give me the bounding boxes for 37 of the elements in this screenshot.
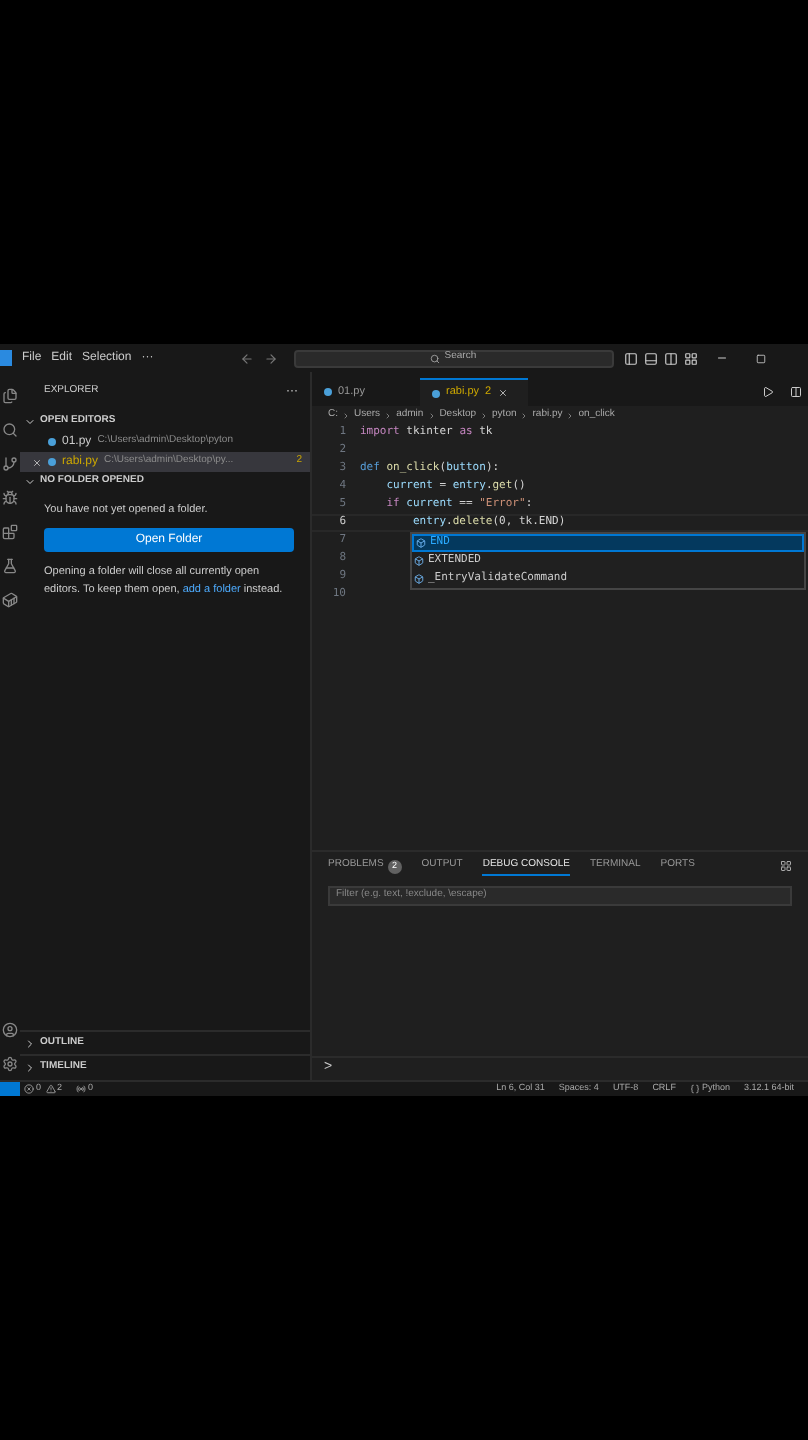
- layout-icon[interactable]: [623, 351, 638, 365]
- back-icon[interactable]: [239, 351, 254, 365]
- activity-icon[interactable]: [2, 388, 18, 404]
- minimize-icon[interactable]: [715, 352, 728, 364]
- account-icon[interactable]: [2, 1022, 18, 1038]
- braces-icon[interactable]: [689, 1084, 700, 1094]
- ports-icon[interactable]: [76, 1084, 87, 1094]
- chevron-icon[interactable]: [24, 416, 36, 428]
- activity-icon[interactable]: [2, 490, 18, 506]
- maximize-icon[interactable]: [755, 353, 766, 363]
- chevron-icon[interactable]: [24, 476, 36, 488]
- activity-icon[interactable]: [2, 456, 18, 472]
- activity-icon[interactable]: [2, 592, 18, 608]
- app-logo: [0, 350, 12, 366]
- chevron-icon[interactable]: [24, 1038, 36, 1050]
- layout-icon[interactable]: [683, 351, 698, 365]
- search-icon: [430, 353, 441, 363]
- enum-icon: [416, 538, 426, 548]
- layout-icon[interactable]: [663, 351, 678, 365]
- forward-icon[interactable]: [263, 351, 278, 365]
- chevron-icon[interactable]: [24, 1062, 36, 1074]
- layout-icon[interactable]: [643, 351, 658, 365]
- run-icon[interactable]: [762, 386, 774, 398]
- activity-icon[interactable]: [2, 422, 18, 438]
- enum-icon: [414, 556, 424, 566]
- warning-icon[interactable]: [45, 1084, 56, 1094]
- python-file-icon: [324, 388, 332, 396]
- layout-icon[interactable]: [780, 860, 792, 872]
- activity-icon[interactable]: [2, 524, 18, 540]
- activity-icon[interactable]: [2, 558, 18, 574]
- python-file-icon: [48, 438, 56, 446]
- python-file-icon: [48, 458, 56, 466]
- error-icon[interactable]: [24, 1084, 34, 1094]
- enum-icon: [414, 574, 424, 584]
- python-file-icon: [432, 389, 440, 397]
- split-editor-icon[interactable]: [790, 386, 802, 398]
- settings-icon[interactable]: [2, 1056, 18, 1072]
